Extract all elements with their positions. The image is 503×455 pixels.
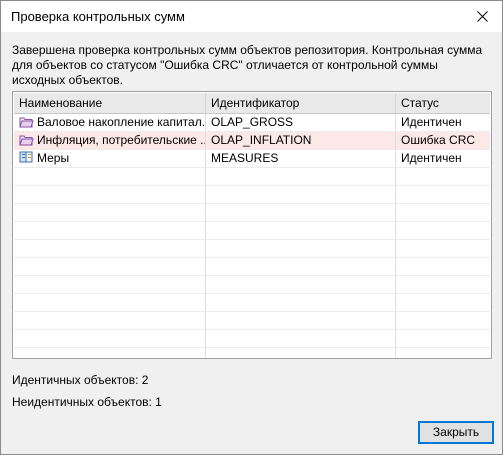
row-name-text: Валовое накопление капитал... [37,115,206,129]
table-row[interactable]: Инфляция, потребительские ... OLAP_INFLA… [14,132,490,150]
empty-cell [396,276,490,293]
title-bar: Проверка контрольных сумм [1,1,502,32]
empty-cell [206,204,396,221]
column-header-identifier[interactable]: Идентификатор [206,93,396,113]
empty-cell [206,222,396,239]
empty-table-row [14,258,490,276]
empty-cell [14,330,206,347]
empty-cell [396,222,490,239]
close-icon [476,11,488,22]
cell-identifier: OLAP_INFLATION [206,132,396,149]
folder-icon [19,117,34,128]
empty-cell [14,348,206,358]
empty-cell [206,240,396,257]
row-name-text: Меры [37,151,70,165]
empty-cell [14,222,206,239]
empty-cell [14,294,206,311]
empty-cell [206,186,396,203]
column-header-status[interactable]: Статус [396,93,490,113]
empty-cell [14,312,206,329]
empty-table-row [14,186,490,204]
nonidentical-count: Неидентичных объектов: 1 [12,395,162,409]
empty-cell [14,258,206,275]
dialog-title: Проверка контрольных сумм [11,9,185,24]
empty-cell [14,186,206,203]
empty-table-row [14,204,490,222]
empty-cell [396,294,490,311]
empty-table-row [14,312,490,330]
empty-table-row [14,330,490,348]
close-window-button[interactable] [462,1,502,32]
empty-cell [396,258,490,275]
objects-table: Наименование Идентификатор Статус Валово… [12,91,492,359]
table-header: Наименование Идентификатор Статус [14,93,490,114]
identical-count: Идентичных объектов: 2 [12,373,149,387]
cell-status: Идентичен [401,115,462,129]
empty-cell [206,294,396,311]
empty-cell [396,348,490,358]
column-header-name[interactable]: Наименование [14,93,206,113]
cell-name: Валовое накопление капитал... [14,114,206,131]
empty-table-row [14,276,490,294]
empty-cell [396,240,490,257]
cell-name: Инфляция, потребительские ... [14,132,206,149]
book-icon [19,151,33,163]
empty-cell [396,204,490,221]
empty-cell [14,240,206,257]
cell-status: Ошибка CRC [401,133,476,147]
empty-cell [396,312,490,329]
empty-cell [206,348,396,358]
empty-table-row [14,294,490,312]
empty-cell [206,276,396,293]
dialog-window: Проверка контрольных сумм Завершена пров… [0,0,503,455]
cell-name: Меры [14,150,206,167]
cell-identifier: MEASURES [206,150,396,167]
row-name-text: Инфляция, потребительские ... [37,133,206,147]
empty-cell [396,168,490,185]
empty-cell [396,186,490,203]
close-button[interactable]: Закрыть [418,421,494,444]
empty-cell [14,204,206,221]
empty-cell [396,330,490,347]
cell-status: Идентичен [401,151,462,165]
empty-cell [206,312,396,329]
empty-cell [14,168,206,185]
empty-cell [14,276,206,293]
table-row[interactable]: Валовое накопление капитал... OLAP_GROSS… [14,114,490,132]
empty-cell [206,330,396,347]
table-row[interactable]: Меры MEASURES Идентичен [14,150,490,168]
empty-table-row [14,168,490,186]
empty-cell [206,168,396,185]
folder-icon [19,135,34,146]
empty-table-row [14,348,490,358]
empty-table-row [14,240,490,258]
cell-identifier: OLAP_GROSS [206,114,396,131]
empty-cell [206,258,396,275]
result-message: Завершена проверка контрольных сумм объе… [12,43,483,87]
empty-table-row [14,222,490,240]
